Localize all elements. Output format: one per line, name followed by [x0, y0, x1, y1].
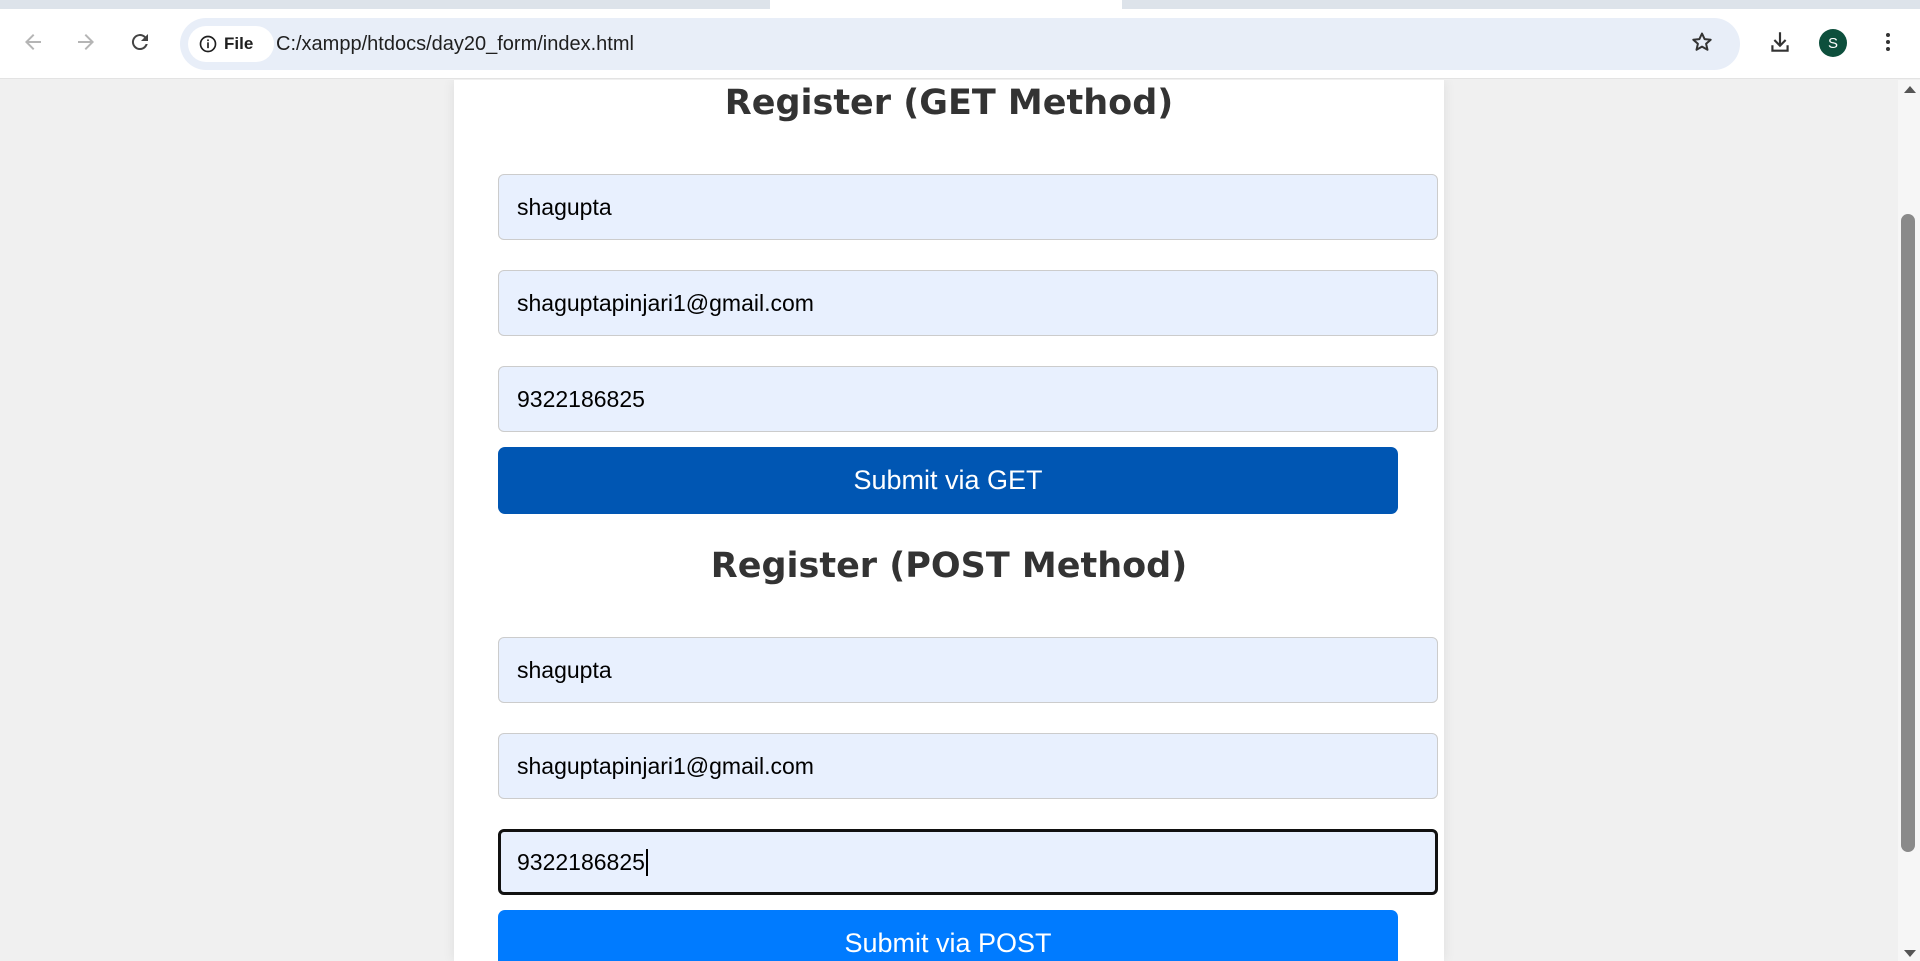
bookmark-button[interactable]	[1682, 22, 1722, 62]
tab-strip	[0, 0, 1920, 9]
scroll-up-arrow-icon[interactable]	[1904, 86, 1916, 93]
download-icon	[1771, 32, 1789, 52]
more-vert-icon	[1886, 33, 1890, 51]
post-phone-value: 9322186825	[517, 848, 645, 875]
url-text[interactable]: C:/xampp/htdocs/day20_form/index.html	[276, 18, 634, 70]
arrow-left-icon	[25, 34, 41, 50]
get-form-title: Register (GET Method)	[724, 83, 1174, 123]
profile-avatar[interactable]: S	[1819, 29, 1847, 57]
browser-menu-button[interactable]	[1868, 22, 1908, 62]
post-name-input[interactable]: shagupta	[498, 637, 1438, 703]
get-phone-input[interactable]: 9322186825	[498, 366, 1438, 432]
get-email-input[interactable]: shaguptapinjari1@gmail.com	[498, 270, 1438, 336]
page-viewport: Register (GET Method) shagupta shaguptap…	[0, 80, 1898, 961]
star-icon	[1692, 32, 1712, 51]
forward-button[interactable]	[66, 22, 106, 62]
arrow-right-icon	[78, 34, 94, 50]
text-caret	[645, 848, 648, 876]
reload-icon	[131, 34, 148, 51]
form-container: Register (GET Method) shagupta shaguptap…	[454, 80, 1444, 961]
submit-get-button[interactable]: Submit via GET	[498, 447, 1398, 514]
submit-post-button[interactable]: Submit via POST	[498, 910, 1398, 961]
reload-button[interactable]	[120, 22, 160, 62]
info-icon	[199, 35, 217, 53]
site-info-chip[interactable]: File	[188, 26, 274, 62]
downloads-button[interactable]	[1760, 22, 1800, 62]
site-chip-label: File	[224, 34, 254, 53]
vertical-scrollbar[interactable]	[1898, 80, 1920, 961]
address-bar[interactable]: File C:/xampp/htdocs/day20_form/index.ht…	[180, 18, 1740, 70]
post-email-input[interactable]: shaguptapinjari1@gmail.com	[498, 733, 1438, 799]
get-name-input[interactable]: shagupta	[498, 174, 1438, 240]
scroll-down-arrow-icon[interactable]	[1904, 950, 1916, 957]
active-tab[interactable]	[770, 0, 1122, 9]
post-form-title: Register (POST Method)	[710, 546, 1188, 586]
back-button[interactable]	[13, 22, 53, 62]
browser-toolbar: File C:/xampp/htdocs/day20_form/index.ht…	[0, 9, 1920, 79]
post-phone-input[interactable]: 9322186825	[498, 829, 1438, 895]
scrollbar-thumb[interactable]	[1901, 214, 1915, 852]
